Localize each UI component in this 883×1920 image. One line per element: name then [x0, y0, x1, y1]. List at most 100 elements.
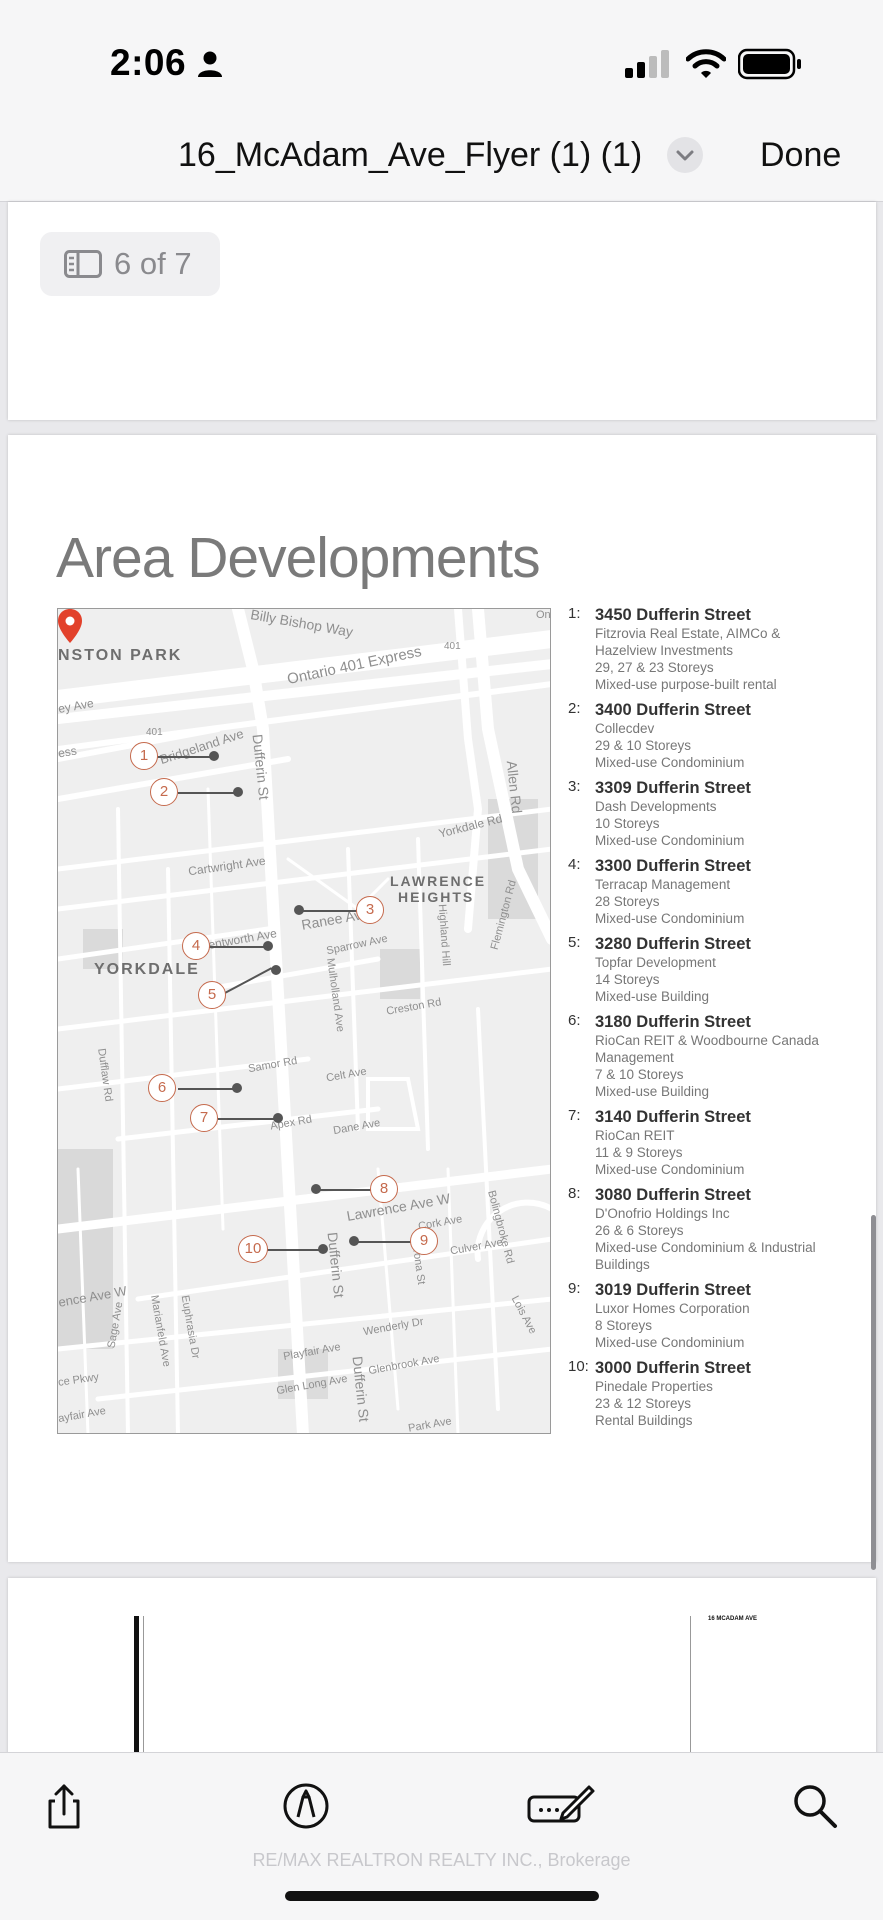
wifi-icon [686, 49, 726, 78]
item-detail: Terracap Management [595, 877, 731, 892]
map-label: On [536, 609, 551, 621]
item-detail: Collecdev [595, 721, 655, 736]
item-detail: Mixed-use Condominium & Industrial [595, 1240, 816, 1255]
item-address: 3309 Dufferin Street [595, 779, 751, 797]
map-roads [58, 609, 550, 1433]
page-indicator[interactable]: 6 of 7 [40, 232, 220, 296]
item-number: 6: [568, 1012, 581, 1029]
marker-dot [233, 787, 243, 797]
status-bar: 2:06 [0, 0, 883, 120]
marker-leader-line [218, 1118, 280, 1120]
item-detail: Mixed-use Building [595, 989, 710, 1004]
item-detail: 10 Storeys [595, 816, 660, 831]
item-detail: Topfar Development [595, 955, 716, 970]
marker-dot [311, 1184, 321, 1194]
marker-dot [209, 751, 219, 761]
item-number: 3: [568, 778, 581, 795]
marker-dot [263, 941, 273, 951]
item-detail: Rental Buildings [595, 1413, 693, 1428]
item-number: 4: [568, 856, 581, 873]
map-marker: 7 [190, 1104, 218, 1132]
item-detail: 23 & 12 Storeys [595, 1396, 692, 1411]
map-label: 401 [146, 727, 163, 738]
scrollbar[interactable] [871, 1215, 876, 1570]
document-title[interactable]: 16_McAdam_Ave_Flyer (1) (1) [178, 136, 642, 175]
item-number: 5: [568, 934, 581, 951]
item-detail: 14 Storeys [595, 972, 660, 987]
marker-dot [294, 905, 304, 915]
marker-leader-line [354, 1241, 412, 1243]
map-area-label: LAWRENCE [390, 873, 487, 889]
next-page-rule [134, 1616, 139, 1758]
item-address: 3180 Dufferin Street [595, 1013, 751, 1031]
development-list: 1: 3450 Dufferin Street Fitzrovia Real E… [568, 605, 868, 1436]
map-marker: 1 [130, 742, 158, 770]
map-marker: 9 [410, 1227, 438, 1255]
area-map: Billy Bishop Way NSTON PARK Ontario 401 … [57, 608, 551, 1434]
item-number: 1: [568, 605, 581, 622]
list-item: 4: 3300 Dufferin Street Terracap Managem… [568, 856, 868, 927]
done-button[interactable]: Done [760, 136, 841, 175]
location-pin-icon [58, 609, 82, 643]
marker-leader-line [299, 910, 359, 912]
item-detail: Mixed-use Condominium [595, 755, 745, 770]
item-address: 3000 Dufferin Street [595, 1359, 751, 1377]
item-detail: 8 Storeys [595, 1318, 653, 1333]
marker-leader-line [316, 1189, 372, 1191]
status-time: 2:06 [110, 42, 187, 83]
item-address: 3019 Dufferin Street [595, 1281, 751, 1299]
battery-icon [738, 48, 801, 80]
item-number: 7: [568, 1107, 581, 1124]
next-page-table-preview [690, 1616, 762, 1758]
map-marker: 8 [370, 1175, 398, 1203]
signature-icon[interactable] [527, 1783, 597, 1829]
map-marker: 2 [150, 778, 178, 806]
marker-dot [349, 1236, 359, 1246]
item-detail: Mixed-use Condominium [595, 833, 745, 848]
item-detail: Mixed-use Condominium [595, 1335, 745, 1350]
chevron-down-icon [676, 150, 694, 161]
home-indicator[interactable] [285, 1891, 599, 1901]
item-address: 3080 Dufferin Street [595, 1186, 751, 1204]
item-detail: 26 & 6 Storeys [595, 1223, 684, 1238]
item-address: 3300 Dufferin Street [595, 857, 751, 875]
markup-icon[interactable] [283, 1783, 329, 1829]
item-detail: 11 & 9 Storeys [595, 1145, 683, 1160]
signal-icon [625, 50, 669, 78]
nav-bar: 16_McAdam_Ave_Flyer (1) (1) Done [0, 120, 883, 202]
marker-dot [273, 1113, 283, 1123]
list-item: 10: 3000 Dufferin Street Pinedale Proper… [568, 1358, 868, 1429]
item-detail: Fitzrovia Real Estate, AIMCo & [595, 626, 781, 641]
list-item: 2: 3400 Dufferin Street Collecdev 29 & 1… [568, 700, 868, 771]
item-detail: RioCan REIT [595, 1128, 675, 1143]
marker-dot [271, 965, 281, 975]
item-detail: 29, 27 & 23 Storeys [595, 660, 714, 675]
item-address: 3280 Dufferin Street [595, 935, 751, 953]
map-marker: 10 [238, 1235, 268, 1263]
brokerage-watermark: RE/MAX REALTRON REALTY INC., Brokerage [252, 1850, 631, 1870]
item-number: 9: [568, 1280, 581, 1297]
item-detail: Mixed-use Condominium [595, 911, 745, 926]
list-item: 1: 3450 Dufferin Street Fitzrovia Real E… [568, 605, 868, 693]
item-number: 8: [568, 1185, 581, 1202]
item-detail: 7 & 10 Storeys [595, 1067, 684, 1082]
list-item: 7: 3140 Dufferin Street RioCan REIT 11 &… [568, 1107, 868, 1178]
title-menu-button[interactable] [667, 137, 703, 173]
list-item: 3: 3309 Dufferin Street Dash Development… [568, 778, 868, 849]
item-detail: Mixed-use Condominium [595, 1162, 745, 1177]
next-page-rule [143, 1616, 144, 1758]
list-item: 5: 3280 Dufferin Street Topfar Developme… [568, 934, 868, 1005]
list-item: 8: 3080 Dufferin Street D'Onofrio Holdin… [568, 1185, 868, 1273]
map-area-label: YORKDALE [94, 961, 200, 978]
item-detail: Buildings [595, 1257, 650, 1272]
page-indicator-text: 6 of 7 [114, 246, 192, 281]
item-detail: 29 & 10 Storeys [595, 738, 692, 753]
marker-leader-line [178, 792, 238, 794]
search-icon[interactable] [792, 1783, 838, 1829]
item-address: 3140 Dufferin Street [595, 1108, 751, 1126]
marker-dot [318, 1244, 328, 1254]
share-icon[interactable] [41, 1783, 87, 1829]
item-detail: Mixed-use purpose-built rental [595, 677, 777, 692]
map-area-label: HEIGHTS [398, 889, 475, 905]
person-icon [198, 51, 222, 77]
